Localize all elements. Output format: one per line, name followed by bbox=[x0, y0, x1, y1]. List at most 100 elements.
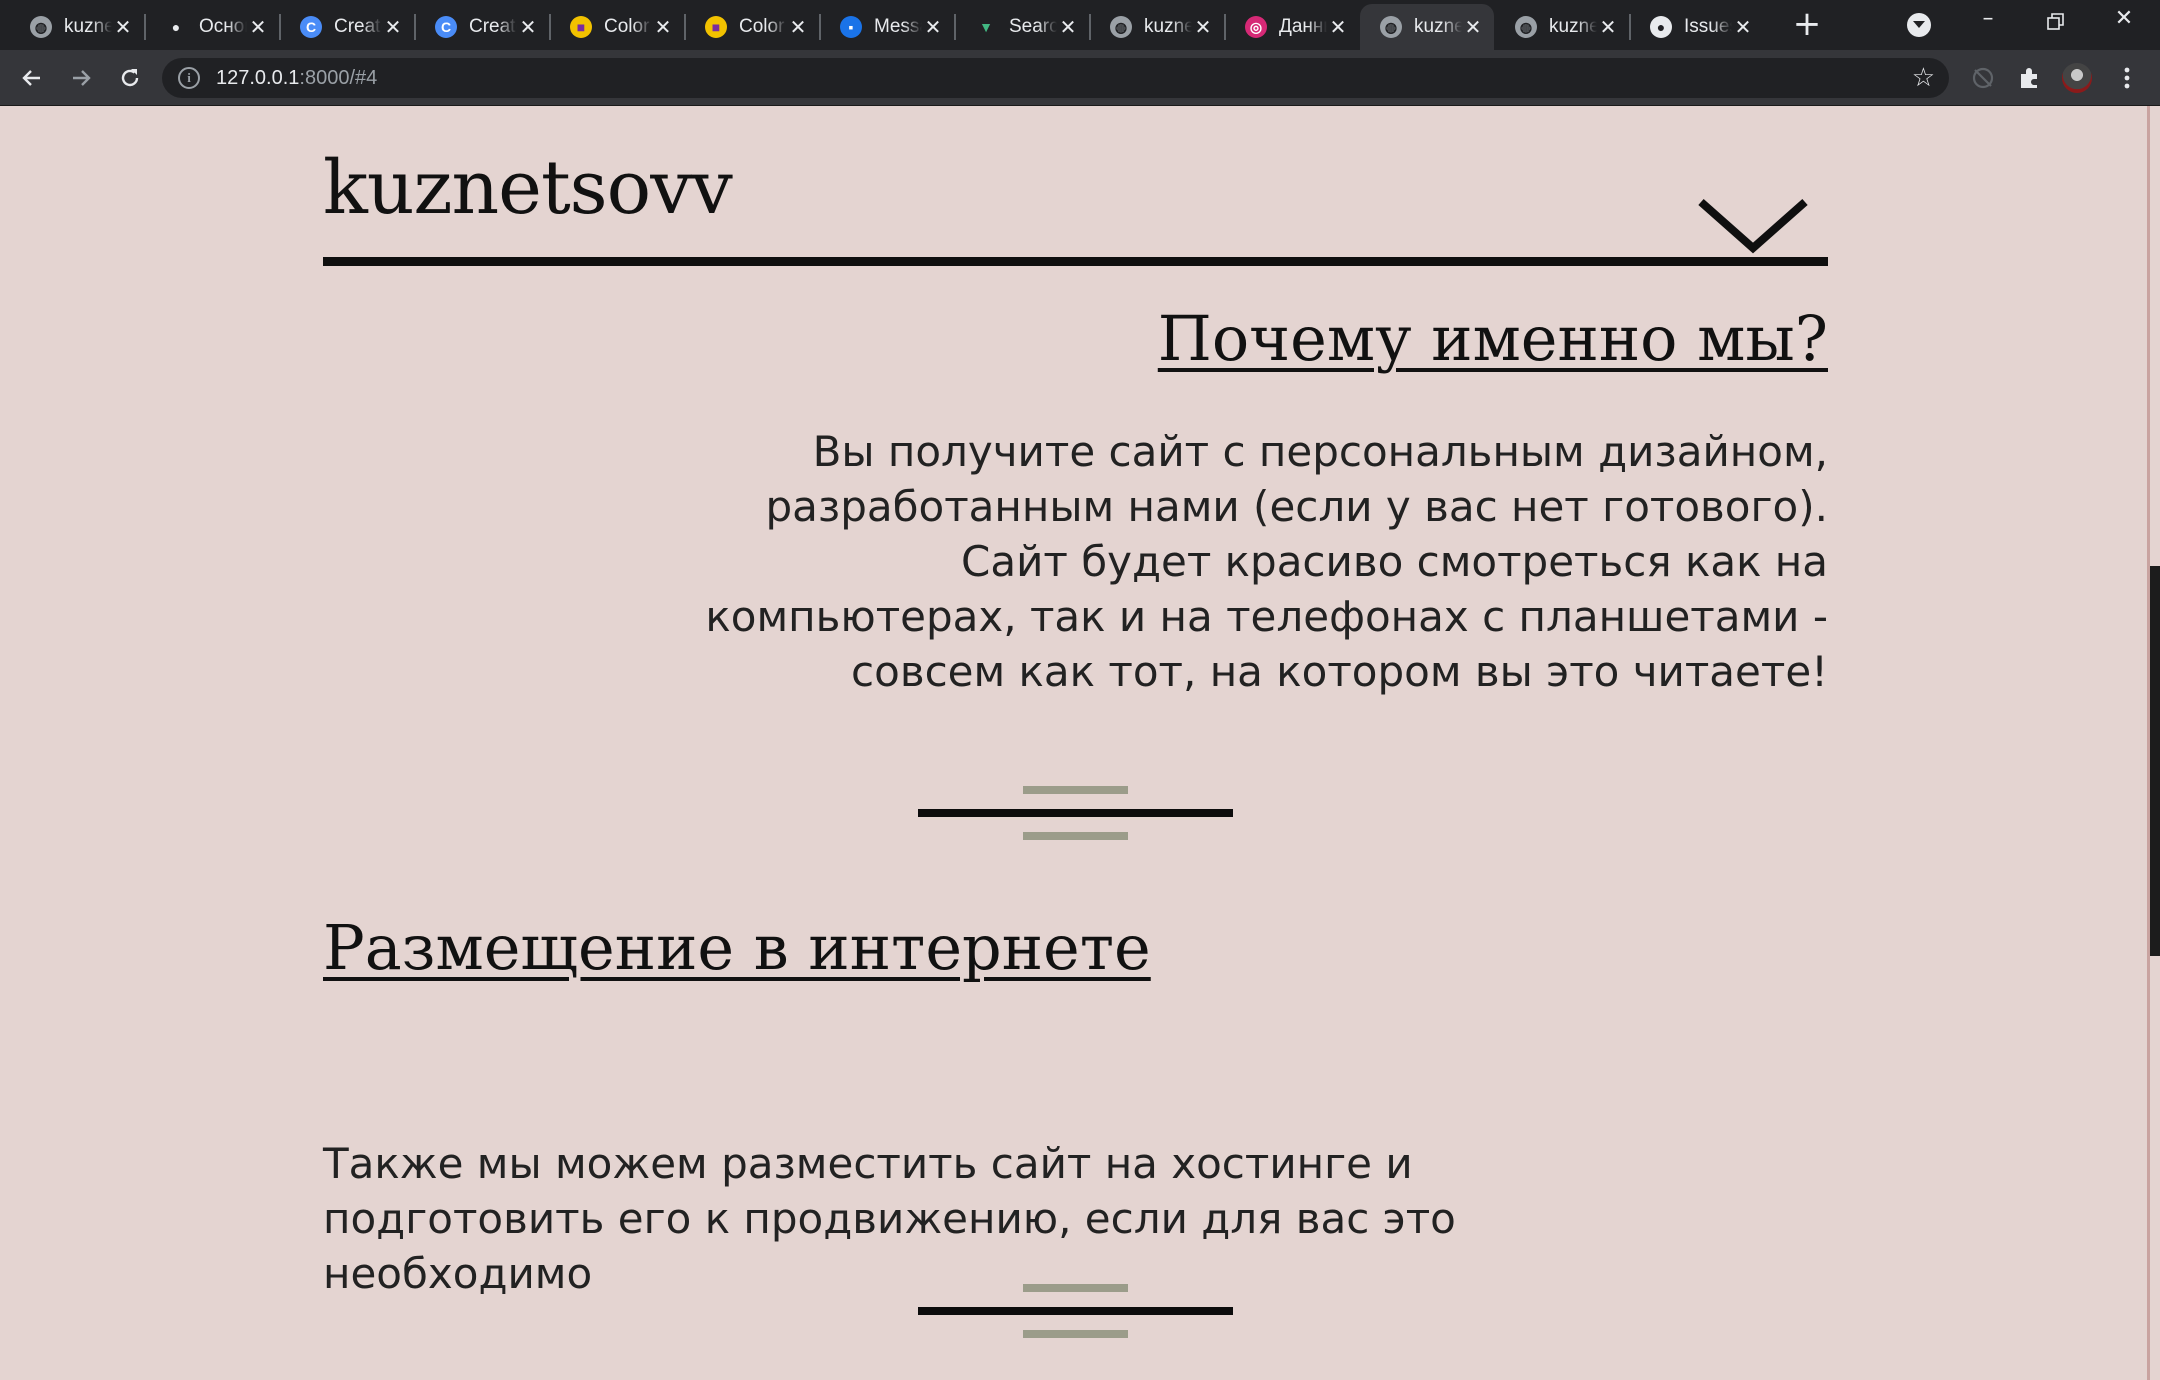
tab-close-icon[interactable]: ✕ bbox=[787, 15, 809, 40]
url-path: :8000/#4 bbox=[299, 66, 378, 89]
vue-icon: ▼ bbox=[979, 19, 993, 35]
divider-bar-bottom bbox=[1023, 1330, 1128, 1338]
github-icon: ● bbox=[1650, 16, 1672, 38]
messages-icon: ▪ bbox=[840, 16, 862, 38]
browser-tab[interactable]: ■ Color ✕ bbox=[685, 4, 819, 50]
minimize-button[interactable]: – bbox=[1958, 6, 2018, 42]
back-button[interactable] bbox=[12, 58, 52, 98]
browser-tab[interactable]: ■ Color ✕ bbox=[550, 4, 684, 50]
tab-title: Create bbox=[469, 16, 517, 37]
section-title-hosting: Размещение в интернете bbox=[323, 911, 1151, 984]
tab-close-icon[interactable]: ✕ bbox=[1462, 15, 1484, 40]
tab-close-icon[interactable]: ✕ bbox=[652, 15, 674, 40]
divider-bar-middle bbox=[918, 809, 1233, 817]
tab-close-icon[interactable]: ✕ bbox=[1597, 15, 1619, 40]
header-divider bbox=[323, 257, 1828, 266]
browser-tab[interactable]: C Create✕ bbox=[415, 4, 549, 50]
tab-close-icon[interactable]: ✕ bbox=[922, 15, 944, 40]
tab-close-icon[interactable]: ✕ bbox=[1327, 15, 1349, 40]
bookmark-star-icon[interactable]: ☆ bbox=[1912, 64, 1935, 92]
tab-close-icon[interactable]: ✕ bbox=[382, 15, 404, 40]
c-logo-icon: C bbox=[435, 16, 457, 38]
page-viewport: kuznetsovv Почему именно мы? Вы получите… bbox=[0, 106, 2160, 1380]
browser-tab[interactable]: ● Issues✕ bbox=[1630, 4, 1764, 50]
new-tab-button[interactable]: + bbox=[1790, 7, 1824, 42]
kebab-menu-icon bbox=[2124, 67, 2130, 89]
color-icon: ■ bbox=[705, 16, 727, 38]
browser-tab[interactable]: ● Основы✕ bbox=[145, 4, 279, 50]
browser-tab[interactable]: ◍ kuznetsovv✕ bbox=[1360, 4, 1494, 50]
menu-toggle-button[interactable] bbox=[1698, 196, 1808, 256]
divider-bar-top bbox=[1023, 786, 1128, 794]
color-icon: ■ bbox=[570, 16, 592, 38]
text-line: подготовить его к продвижению, если для … bbox=[323, 1194, 1456, 1243]
forward-button[interactable] bbox=[61, 58, 101, 98]
chevron-down-icon bbox=[1698, 199, 1808, 254]
sync-extension-button[interactable] bbox=[1964, 59, 2002, 97]
reload-icon bbox=[121, 69, 139, 87]
sync-off-icon bbox=[1972, 67, 1994, 89]
text-line: Также мы можем разместить сайт на хостин… bbox=[323, 1139, 1413, 1188]
c-logo-icon: C bbox=[300, 16, 322, 38]
tab-close-icon[interactable]: ✕ bbox=[247, 15, 269, 40]
tab-title: Данные bbox=[1279, 16, 1327, 37]
tab-title: kuznetsovv bbox=[1144, 16, 1192, 37]
reload-button[interactable] bbox=[110, 58, 150, 98]
section-divider bbox=[918, 786, 1233, 846]
profile-button[interactable] bbox=[2058, 59, 2096, 97]
site-header: kuznetsovv bbox=[323, 146, 1828, 266]
tab-title: Issues bbox=[1684, 16, 1732, 37]
tab-title: Messages bbox=[874, 16, 922, 37]
browser-tab[interactable]: ▪ Messages✕ bbox=[820, 4, 954, 50]
tab-title: Основы bbox=[199, 16, 247, 37]
browser-tab[interactable]: ▼ Search✕ bbox=[955, 4, 1089, 50]
text-line: разработанным нами (если у вас нет готов… bbox=[765, 482, 1828, 531]
tab-search-button[interactable] bbox=[1907, 13, 1931, 37]
tab-title: kuznetsovv bbox=[64, 16, 112, 37]
browser-tab[interactable]: ◎ Данные✕ bbox=[1225, 4, 1359, 50]
restore-button[interactable] bbox=[2026, 6, 2086, 42]
browser-tab[interactable]: ◍ kuznetsovv✕ bbox=[1495, 4, 1629, 50]
browser-toolbar: i 127.0.0.1:8000/#4 ☆ bbox=[0, 50, 2160, 106]
url-text[interactable]: 127.0.0.1:8000/#4 bbox=[216, 67, 377, 90]
tab-title: kuznetsovv bbox=[1549, 16, 1597, 37]
restore-icon bbox=[2047, 13, 2064, 30]
tab-title: Create bbox=[334, 16, 382, 37]
section-text-why-us: Вы получите сайт с персональным дизайном… bbox=[705, 424, 1828, 699]
browser-tab[interactable]: ◍ kuznetsovv✕ bbox=[10, 4, 144, 50]
tab-close-icon[interactable]: ✕ bbox=[1732, 15, 1754, 40]
back-arrow-icon bbox=[22, 70, 40, 86]
extensions-button[interactable] bbox=[2011, 59, 2049, 97]
browser-tab[interactable]: ◍ kuznetsovv✕ bbox=[1090, 4, 1224, 50]
parrot-icon: ● bbox=[171, 19, 181, 35]
tab-close-icon[interactable]: ✕ bbox=[112, 15, 134, 40]
tab-close-icon[interactable]: ✕ bbox=[517, 15, 539, 40]
address-bar[interactable]: i 127.0.0.1:8000/#4 ☆ bbox=[162, 58, 1949, 98]
forward-arrow-icon bbox=[73, 70, 91, 86]
tab-title: kuznetsovv bbox=[1414, 16, 1462, 37]
section-divider bbox=[918, 1284, 1233, 1344]
puzzle-icon bbox=[2021, 68, 2037, 88]
globe-icon: ◍ bbox=[1515, 16, 1537, 38]
tab-title: Search bbox=[1009, 16, 1057, 37]
section-title-why-us: Почему именно мы? bbox=[1157, 302, 1828, 375]
tab-title: Color bbox=[604, 16, 650, 37]
text-line: Сайт будет красиво смотреться как на bbox=[961, 537, 1828, 586]
site-logo[interactable]: kuznetsovv bbox=[323, 146, 1828, 230]
tab-close-icon[interactable]: ✕ bbox=[1057, 15, 1079, 40]
browser-menu-button[interactable] bbox=[2108, 59, 2146, 97]
section-text-hosting: Также мы можем разместить сайт на хостин… bbox=[323, 1136, 1456, 1301]
text-line: Вы получите сайт с персональным дизайном… bbox=[812, 427, 1828, 476]
tab-strip: ◍kuznetsovv✕●Основы✕CCreate✕CCreate✕■Col… bbox=[0, 0, 2160, 50]
site-info-icon[interactable]: i bbox=[178, 67, 200, 89]
browser-tab[interactable]: C Create✕ bbox=[280, 4, 414, 50]
divider-bar-bottom bbox=[1023, 832, 1128, 840]
text-line: необходимо bbox=[323, 1249, 593, 1298]
text-line: совсем как тот, на котором вы это читает… bbox=[851, 647, 1828, 696]
tab-title: Color bbox=[739, 16, 785, 37]
close-window-button[interactable]: ✕ bbox=[2094, 6, 2154, 42]
tab-close-icon[interactable]: ✕ bbox=[1192, 15, 1214, 40]
globe-icon: ◍ bbox=[30, 16, 52, 38]
scrollbar-thumb[interactable] bbox=[2150, 566, 2160, 956]
url-host: 127.0.0.1 bbox=[216, 66, 300, 89]
